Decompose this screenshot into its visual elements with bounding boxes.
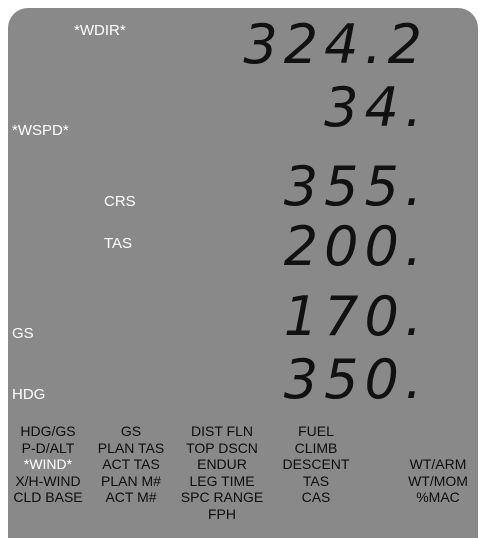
menu-item-fph[interactable]: FPH — [178, 506, 266, 523]
menu-column-weight: WT/ARM WT/MOM %MAC — [398, 456, 478, 506]
gs-label: GS — [12, 325, 34, 342]
menu-column-time: DIST FLN TOP DSCN ENDUR LEG TIME SPC RAN… — [178, 423, 266, 522]
menu-item-plan-mach[interactable]: PLAN M# — [92, 473, 170, 490]
menu-item-climb[interactable]: CLIMB — [274, 440, 358, 457]
wspd-value: 34. — [324, 76, 428, 139]
menu-item-wt-arm[interactable]: WT/ARM — [398, 456, 478, 473]
menu-item-fuel[interactable]: FUEL — [274, 423, 358, 440]
menu-column-speed: GS PLAN TAS ACT TAS PLAN M# ACT M# — [92, 423, 170, 506]
gs-value: 170. — [283, 285, 428, 348]
menu-item-xh-wind[interactable]: X/H-WIND — [9, 473, 87, 490]
menu-column-nav: HDG/GS P-D/ALT *WIND* X/H-WIND CLD BASE — [9, 423, 87, 506]
menu-item-act-tas[interactable]: ACT TAS — [92, 456, 170, 473]
menu-item-tas[interactable]: TAS — [274, 473, 358, 490]
menu-item-pd-alt[interactable]: P-D/ALT — [9, 440, 87, 457]
wdir-label: *WDIR* — [74, 22, 126, 39]
menu-column-fuel: FUEL CLIMB DESCENT TAS CAS — [274, 423, 358, 506]
tas-value: 200. — [283, 215, 428, 278]
menu-item-wt-mom[interactable]: WT/MOM — [398, 473, 478, 490]
menu-item-top-dscn[interactable]: TOP DSCN — [178, 440, 266, 457]
menu-item-cas[interactable]: CAS — [274, 489, 358, 506]
menu-item-dist-fln[interactable]: DIST FLN — [178, 423, 266, 440]
menu-item-hdg-gs[interactable]: HDG/GS — [9, 423, 87, 440]
hdg-value: 350. — [283, 348, 428, 411]
menu-item-wind[interactable]: *WIND* — [9, 456, 87, 473]
menu-item-act-mach[interactable]: ACT M# — [92, 489, 170, 506]
menu-item-pct-mac[interactable]: %MAC — [398, 489, 478, 506]
menu-item-spc-range[interactable]: SPC RANGE — [178, 489, 266, 506]
menu-item-endur[interactable]: ENDUR — [178, 456, 266, 473]
menu-item-plan-tas[interactable]: PLAN TAS — [92, 440, 170, 457]
menu-item-descent[interactable]: DESCENT — [274, 456, 358, 473]
crs-label: CRS — [104, 193, 136, 210]
menu-item-gs[interactable]: GS — [92, 423, 170, 440]
tas-label: TAS — [104, 235, 133, 252]
menu-item-cld-base[interactable]: CLD BASE — [9, 489, 87, 506]
hdg-label: HDG — [12, 386, 46, 403]
menu-item-leg-time[interactable]: LEG TIME — [178, 473, 266, 490]
crs-value: 355. — [283, 155, 428, 218]
wdir-value: 324.2 — [243, 13, 428, 76]
wspd-label: *WSPD* — [12, 122, 69, 139]
lcd-display: *WDIR* *WSPD* CRS TAS GS HDG 324.2 34. 3… — [8, 8, 478, 538]
